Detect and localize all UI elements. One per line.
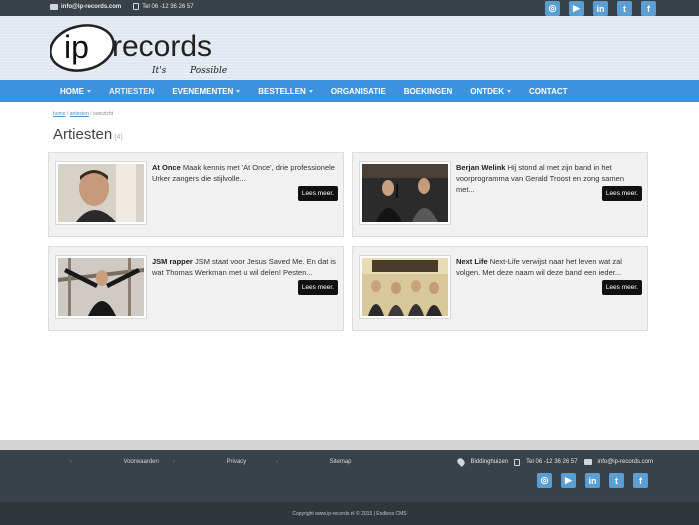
- artist-card: Next Life Next-Life verwijst naar het le…: [352, 246, 648, 331]
- logo-records: records: [112, 30, 212, 63]
- artist-card: At Once Maak kennis met 'At Once', drie …: [48, 152, 344, 237]
- page-title: Artiesten (4): [53, 126, 123, 143]
- logo-tagline-2: Possible: [189, 66, 227, 76]
- footer-location: Biddinghuizen: [470, 459, 509, 465]
- logo-graphic: ip records It's Possible: [49, 24, 227, 76]
- nav-item-evenementen[interactable]: EVENEMENTEN: [172, 87, 241, 96]
- breadcrumb-current: overzicht: [93, 111, 114, 117]
- footer-links: › Voorwaarden › Privacy › Sitemap: [70, 459, 379, 465]
- read-more-button[interactable]: Lees meer.: [601, 186, 642, 201]
- facebook-icon[interactable]: f: [633, 473, 648, 488]
- map-pin-icon: [456, 457, 467, 467]
- chevron-right-icon: ›: [70, 459, 72, 465]
- top-phone-text: Tel 06 -12 36 26 57: [142, 3, 194, 10]
- nav-item-ontdek[interactable]: ONTDEK: [470, 87, 512, 96]
- breadcrumb: home / artiesten / overzicht: [53, 111, 114, 117]
- phone-icon: [133, 3, 140, 10]
- nav-item-contact[interactable]: CONTACT: [529, 87, 568, 96]
- chevron-down-icon: [236, 89, 241, 93]
- read-more-button[interactable]: Lees meer.: [297, 186, 338, 201]
- footer-email[interactable]: info@ip-records.com: [598, 459, 653, 465]
- artist-name[interactable]: Berjan Welink: [456, 163, 505, 172]
- twitter-icon[interactable]: t: [609, 473, 624, 488]
- social-links-top: ◎ ▶ in t f: [545, 1, 656, 16]
- footer-divider: [0, 440, 699, 450]
- artist-name[interactable]: Next Life: [456, 257, 488, 266]
- main-nav: HOME ARTIESTEN EVENEMENTEN BESTELLEN ORG…: [0, 80, 699, 102]
- mail-icon: [50, 3, 58, 10]
- footer-link-sitemap[interactable]: › Sitemap: [276, 459, 379, 465]
- breadcrumb-artiesten[interactable]: artiesten: [70, 111, 89, 117]
- linkedin-icon[interactable]: in: [593, 1, 608, 16]
- artist-summary: Next Life Next-Life verwijst naar het le…: [456, 257, 622, 277]
- read-more-button[interactable]: Lees meer.: [297, 280, 338, 295]
- footer-link-voorwaarden[interactable]: › Voorwaarden: [70, 459, 173, 465]
- nav-item-boekingen[interactable]: BOEKINGEN: [404, 87, 452, 96]
- read-more-button[interactable]: Lees meer.: [601, 280, 642, 295]
- youtube-icon[interactable]: ▶: [561, 473, 576, 488]
- nav-item-organisatie[interactable]: ORGANISATIE: [331, 87, 386, 96]
- site-logo[interactable]: ip records It's Possible: [49, 22, 245, 78]
- logo-tagline-1: It's: [151, 66, 167, 76]
- top-contact: info@ip-records.com Tel 06 -12 36 26 57: [50, 3, 194, 10]
- twitter-icon[interactable]: t: [617, 1, 632, 16]
- chevron-down-icon: [87, 89, 91, 93]
- nav-item-bestellen[interactable]: BESTELLEN: [258, 87, 313, 96]
- top-phone: Tel 06 -12 36 26 57: [133, 3, 194, 10]
- logo-ip: ip: [64, 29, 89, 65]
- linkedin-icon[interactable]: in: [585, 473, 600, 488]
- artist-photo[interactable]: [55, 255, 147, 319]
- mail-icon: [583, 459, 592, 465]
- footer-phone: Tel 06 -12 36 26 57: [526, 459, 578, 465]
- artist-summary: At Once Maak kennis met 'At Once', drie …: [152, 163, 335, 183]
- social-links-footer: ◎ ▶ in t f: [537, 473, 648, 488]
- breadcrumb-home[interactable]: home: [53, 111, 66, 117]
- artist-photo[interactable]: [359, 255, 451, 319]
- artist-photo[interactable]: [55, 161, 147, 225]
- artist-name[interactable]: At Once: [152, 163, 181, 172]
- artist-count: (4): [114, 134, 123, 141]
- chevron-right-icon: ›: [173, 459, 175, 465]
- artist-summary: JSM rapper JSM staat voor Jesus Saved Me…: [152, 257, 336, 277]
- artist-card: Berjan Welink Hij stond al met zijn band…: [352, 152, 648, 237]
- chevron-down-icon: [308, 89, 313, 93]
- nav-item-home[interactable]: HOME: [60, 87, 91, 96]
- footer-contact: Biddinghuizen Tel 06 -12 36 26 57 info@i…: [456, 457, 653, 467]
- footer-link-privacy[interactable]: › Privacy: [173, 459, 276, 465]
- nav-item-artiesten[interactable]: ARTIESTEN: [109, 87, 154, 96]
- copyright: Copyright www.ip-records.nl © 2015 | End…: [0, 502, 699, 525]
- chevron-down-icon: [507, 89, 512, 93]
- photo-berjan-welink: [362, 164, 448, 222]
- photo-jsm-rapper: [58, 258, 144, 316]
- facebook-icon[interactable]: f: [641, 1, 656, 16]
- top-email-text[interactable]: info@ip-records.com: [61, 4, 121, 10]
- artist-card: JSM rapper JSM staat voor Jesus Saved Me…: [48, 246, 344, 331]
- top-email[interactable]: info@ip-records.com: [50, 3, 121, 10]
- instagram-icon[interactable]: ◎: [537, 473, 552, 488]
- phone-icon: [514, 458, 521, 466]
- artist-photo[interactable]: [359, 161, 451, 225]
- chevron-right-icon: ›: [276, 459, 278, 465]
- youtube-icon[interactable]: ▶: [569, 1, 584, 16]
- photo-next-life: [362, 258, 448, 316]
- photo-at-once: [58, 164, 144, 222]
- instagram-icon[interactable]: ◎: [545, 1, 560, 16]
- artist-name[interactable]: JSM rapper: [152, 257, 193, 266]
